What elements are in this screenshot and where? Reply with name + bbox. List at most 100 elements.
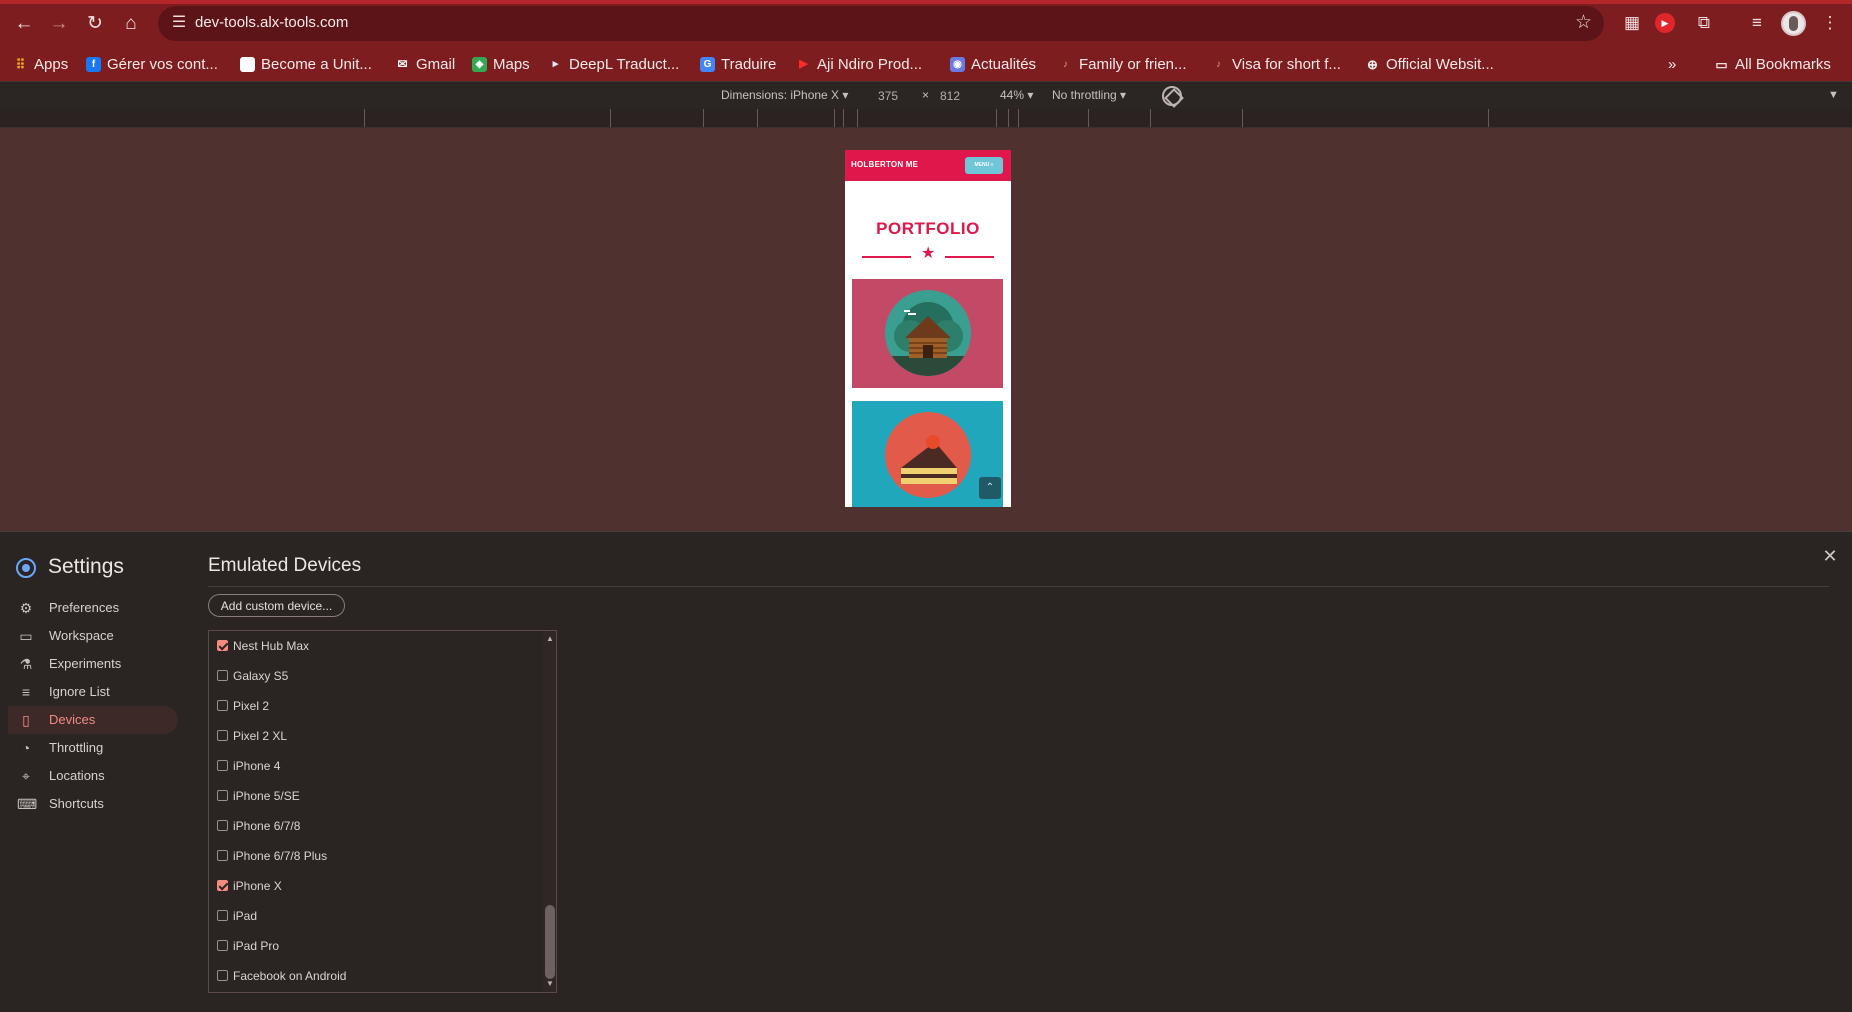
settings-nav-devices[interactable]: ▯ Devices bbox=[8, 706, 178, 734]
settings-nav-throttling[interactable]: ◔ Throttling bbox=[8, 734, 178, 762]
bookmark-maps[interactable]: ◈ Maps bbox=[472, 52, 530, 76]
extensions-puzzle-icon[interactable]: ⧉ bbox=[1692, 11, 1716, 35]
device-row-ipad[interactable]: iPad bbox=[209, 901, 539, 931]
bookmark-apps[interactable]: ⠿ Apps bbox=[13, 52, 68, 76]
settings-nav-ignore-list[interactable]: ≡ Ignore List bbox=[8, 678, 178, 706]
bookmark-label: Family or frien... bbox=[1079, 55, 1187, 73]
width-input[interactable]: 375 bbox=[862, 87, 914, 105]
star-icon: ★ bbox=[921, 245, 936, 262]
bookmarks-overflow-chevron[interactable]: » bbox=[1668, 52, 1676, 76]
ruler-tick bbox=[364, 109, 365, 127]
bookmark-label: Official Websit... bbox=[1386, 55, 1494, 73]
media-queue-icon[interactable]: ≡ bbox=[1745, 11, 1769, 35]
site-info-icon[interactable]: ☰ bbox=[168, 12, 190, 34]
title-divider-left bbox=[862, 256, 911, 258]
bookmark-facebook[interactable]: f Gérer vos cont... bbox=[86, 52, 218, 76]
device-checkbox[interactable] bbox=[217, 910, 228, 921]
bookmark-label: Visa for short f... bbox=[1232, 55, 1341, 73]
toolbar-menu-caret-icon[interactable]: ▼ bbox=[1828, 89, 1839, 101]
all-bookmarks[interactable]: ▭ All Bookmarks bbox=[1714, 52, 1831, 76]
bookmark-deepl[interactable]: ▸ DeepL Traduct... bbox=[548, 52, 680, 76]
settings-nav-shortcuts[interactable]: ⌨ Shortcuts bbox=[8, 790, 178, 818]
bookmark-family[interactable]: ♪ Family or frien... bbox=[1058, 52, 1187, 76]
bookmark-star-icon[interactable]: ☆ bbox=[1575, 11, 1592, 35]
device-checkbox[interactable] bbox=[217, 970, 228, 981]
device-row-iphone-4[interactable]: iPhone 4 bbox=[209, 751, 539, 781]
bookmark-label: DeepL Traduct... bbox=[569, 55, 680, 73]
add-custom-device-button[interactable]: Add custom device... bbox=[208, 594, 345, 617]
device-row-iphone-6-7-8-plus[interactable]: iPhone 6/7/8 Plus bbox=[209, 841, 539, 871]
device-checkbox[interactable] bbox=[217, 670, 228, 681]
back-to-top-button[interactable]: ⌃ bbox=[979, 477, 1001, 499]
maps-icon: ◈ bbox=[472, 56, 487, 72]
bookmark-label: Apps bbox=[34, 55, 69, 73]
device-row-pixel-2[interactable]: Pixel 2 bbox=[209, 691, 539, 721]
device-checkbox[interactable] bbox=[217, 790, 228, 801]
gear-icon: ⚙ bbox=[19, 600, 33, 616]
device-list[interactable]: Nest Hub Max Galaxy S5 Pixel 2 Pixel 2 X… bbox=[208, 630, 557, 993]
dropdown-caret-icon: ▾ bbox=[1027, 88, 1034, 102]
qr-code-icon[interactable]: ▦ bbox=[1620, 11, 1644, 35]
emulated-phone-screen[interactable]: HOLBERTON ME MENU ≡ PORTFOLIO ★ ⌃ bbox=[845, 150, 1011, 507]
device-list-scrollbar[interactable]: ▲ ▼ bbox=[543, 631, 556, 992]
settings-nav-experiments[interactable]: ⚗ Experiments bbox=[8, 650, 178, 678]
bookmark-youtube[interactable]: ▶ Aji Ndiro Prod... bbox=[796, 52, 922, 76]
youtube-extension-icon[interactable]: ▶ bbox=[1655, 13, 1675, 33]
profile-avatar[interactable] bbox=[1781, 11, 1806, 36]
scrollbar-thumb[interactable] bbox=[545, 905, 555, 979]
address-url[interactable]: dev-tools.alx-tools.com bbox=[195, 14, 348, 31]
site-menu-button[interactable]: MENU ≡ bbox=[965, 157, 1003, 174]
bookmark-traduire[interactable]: G Traduire bbox=[700, 52, 776, 76]
device-checkbox[interactable] bbox=[217, 730, 228, 741]
reload-icon[interactable]: ↻ bbox=[83, 12, 107, 36]
device-checkbox[interactable] bbox=[217, 940, 228, 951]
device-row-galaxy-s5[interactable]: Galaxy S5 bbox=[209, 661, 539, 691]
site-brand[interactable]: HOLBERTON ME bbox=[851, 160, 918, 169]
scroll-down-arrow-icon[interactable]: ▼ bbox=[546, 979, 554, 989]
device-row-iphone-5-se[interactable]: iPhone 5/SE bbox=[209, 781, 539, 811]
throttling-select[interactable]: No throttling ▾ bbox=[1052, 88, 1126, 102]
more-menu-icon[interactable]: ⋮ bbox=[1818, 11, 1842, 35]
forward-arrow-icon[interactable]: → bbox=[47, 12, 71, 36]
bookmark-label: Gmail bbox=[416, 55, 456, 73]
home-icon[interactable]: ⌂ bbox=[119, 12, 143, 36]
device-row-pixel-2-xl[interactable]: Pixel 2 XL bbox=[209, 721, 539, 751]
emulated-devices-title: Emulated Devices bbox=[208, 555, 362, 576]
settings-nav-label: Locations bbox=[49, 768, 105, 783]
globe-icon: ⊕ bbox=[1367, 56, 1378, 72]
browser-toolbar: ← → ↻ ⌂ ☰ dev-tools.alx-tools.com ☆ ▦ ▶ … bbox=[0, 0, 1852, 47]
device-checkbox[interactable] bbox=[217, 880, 228, 891]
bookmark-actualites[interactable]: ◉ Actualités bbox=[950, 52, 1036, 76]
device-row-nest-hub-max[interactable]: Nest Hub Max bbox=[209, 631, 539, 661]
location-pin-icon: ⌖ bbox=[22, 768, 30, 784]
device-checkbox[interactable] bbox=[217, 850, 228, 861]
bookmark-visa[interactable]: ♪ Visa for short f... bbox=[1211, 52, 1341, 76]
device-checkbox[interactable] bbox=[217, 760, 228, 771]
bookmark-official[interactable]: ⊕ Official Websit... bbox=[1365, 52, 1494, 76]
address-bar[interactable]: ☰ dev-tools.alx-tools.com ☆ bbox=[158, 6, 1604, 41]
gmail-icon: ✉ bbox=[397, 56, 408, 71]
device-select-label: Dimensions: iPhone X bbox=[721, 88, 840, 102]
rotate-icon[interactable] bbox=[1162, 86, 1182, 106]
device-row-facebook-on-android[interactable]: Facebook on Android bbox=[209, 961, 539, 991]
device-checkbox[interactable] bbox=[217, 820, 228, 831]
settings-nav-workspace[interactable]: ▭ Workspace bbox=[8, 622, 178, 650]
height-input[interactable]: 812 bbox=[924, 87, 976, 105]
device-row-iphone-6-7-8[interactable]: iPhone 6/7/8 bbox=[209, 811, 539, 841]
zoom-select[interactable]: 44% ▾ bbox=[1000, 88, 1033, 102]
ruler-tick bbox=[1008, 109, 1009, 127]
scroll-up-arrow-icon[interactable]: ▲ bbox=[546, 634, 554, 644]
device-checkbox[interactable] bbox=[217, 700, 228, 711]
bookmark-gmail[interactable]: ✉ Gmail bbox=[395, 52, 455, 76]
portfolio-item-cabin[interactable] bbox=[852, 279, 1003, 388]
device-select[interactable]: Dimensions: iPhone X ▾ bbox=[721, 88, 848, 102]
back-arrow-icon[interactable]: ← bbox=[12, 12, 36, 36]
flask-icon: ⚗ bbox=[19, 656, 33, 672]
settings-nav-locations[interactable]: ⌖ Locations bbox=[8, 762, 178, 790]
device-row-iphone-x[interactable]: iPhone X bbox=[209, 871, 539, 901]
close-icon[interactable]: ✕ bbox=[1820, 546, 1840, 566]
bookmark-unity[interactable]: Become a Unit... bbox=[240, 52, 372, 76]
device-row-ipad-pro[interactable]: iPad Pro bbox=[209, 931, 539, 961]
device-checkbox[interactable] bbox=[217, 640, 228, 651]
settings-nav-preferences[interactable]: ⚙ Preferences bbox=[8, 594, 178, 622]
